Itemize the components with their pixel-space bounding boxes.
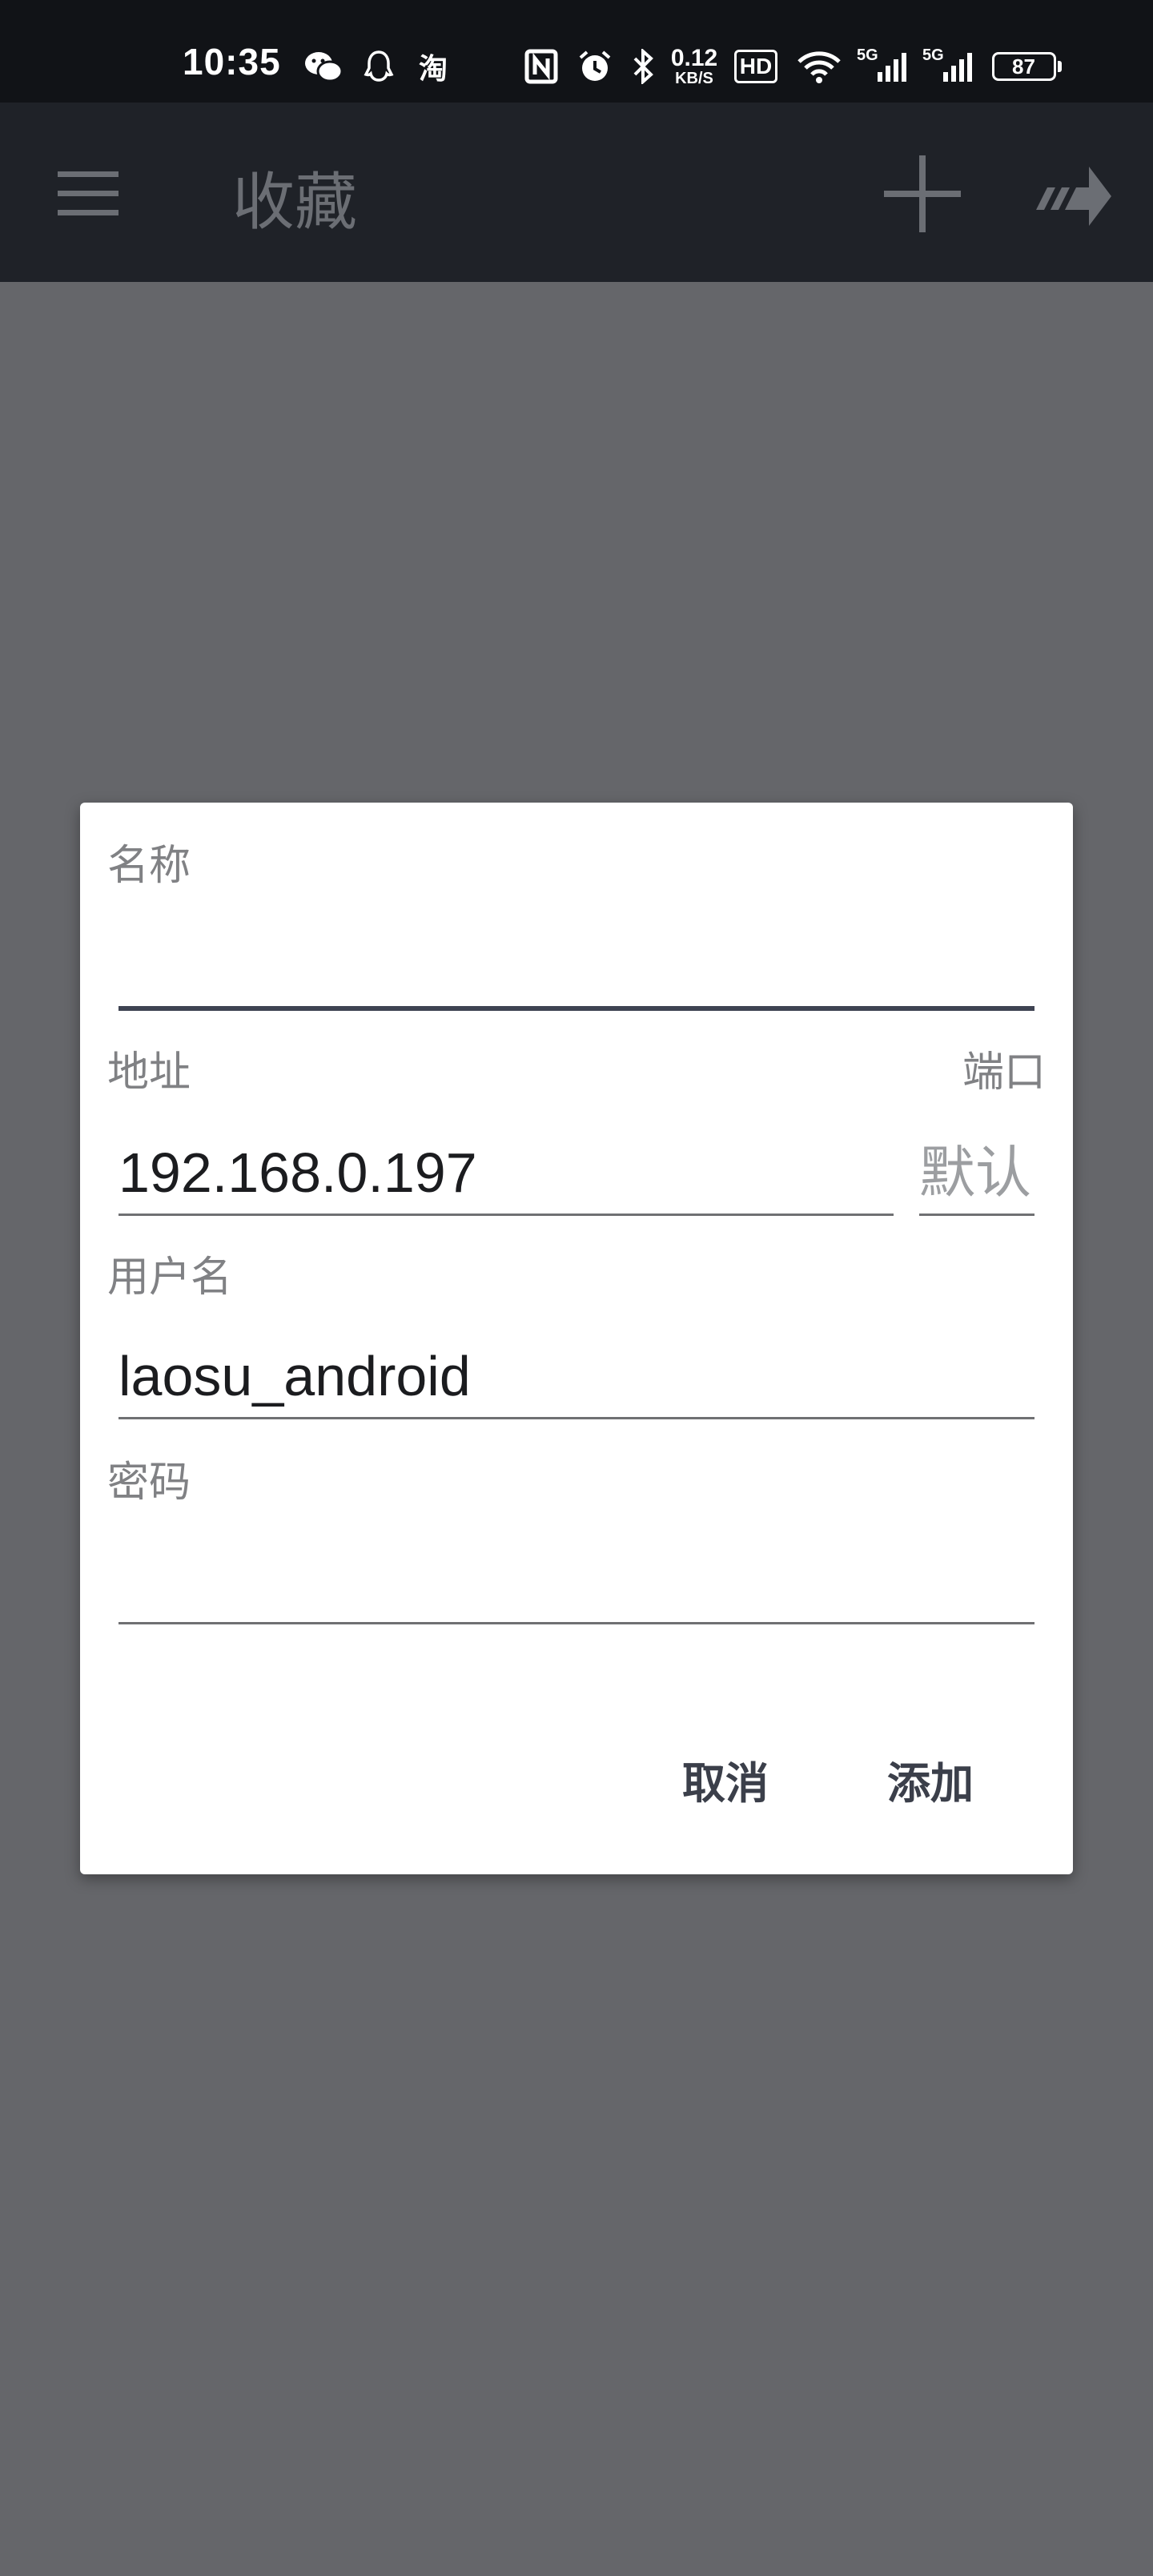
password-field[interactable]: [119, 1540, 1034, 1624]
network-speed-unit: KB/S: [675, 70, 713, 87]
hd-badge-icon: HD: [732, 45, 780, 88]
wifi-icon: [794, 45, 844, 88]
add-button[interactable]: 添加: [887, 1748, 974, 1811]
status-bar: 10:35 淘 0.12 KB/S HD 5G 5G 87: [0, 0, 1153, 103]
name-label: 名称: [107, 842, 191, 890]
signal-icon-2: 5G: [922, 45, 975, 88]
add-icon[interactable]: [881, 152, 964, 235]
username-field[interactable]: [119, 1334, 1034, 1419]
forward-icon[interactable]: [1034, 163, 1113, 229]
page-title: 收藏: [232, 167, 358, 239]
taobao-icon: 淘: [418, 52, 448, 85]
qq-icon: [359, 45, 399, 88]
add-bookmark-dialog: 名称 地址 端口 用户名 密码 取消 添加: [80, 803, 1073, 1874]
bluetooth-icon: [629, 45, 657, 88]
port-label: 端口: [962, 1049, 1046, 1097]
network-speed: 0.12 KB/S: [671, 45, 717, 88]
status-time: 10:35: [183, 41, 281, 83]
battery-level: 87: [991, 52, 1056, 81]
address-field[interactable]: [119, 1131, 894, 1216]
signal-icon: 5G: [857, 45, 910, 88]
nfc-icon: [522, 45, 560, 88]
name-field[interactable]: [119, 926, 1034, 1011]
app-bar: [0, 103, 1153, 282]
address-label: 地址: [107, 1049, 191, 1097]
port-field[interactable]: [919, 1131, 1034, 1216]
battery-tip: [1057, 61, 1062, 72]
password-label: 密码: [107, 1459, 191, 1507]
menu-icon[interactable]: [56, 168, 120, 218]
username-label: 用户名: [107, 1254, 233, 1302]
cancel-button[interactable]: 取消: [682, 1748, 769, 1811]
hd-badge: HD: [733, 50, 778, 83]
wechat-icon: [301, 45, 346, 88]
battery-icon: 87: [990, 45, 1063, 88]
alarm-icon: [575, 45, 615, 88]
network-speed-value: 0.12: [670, 45, 718, 71]
